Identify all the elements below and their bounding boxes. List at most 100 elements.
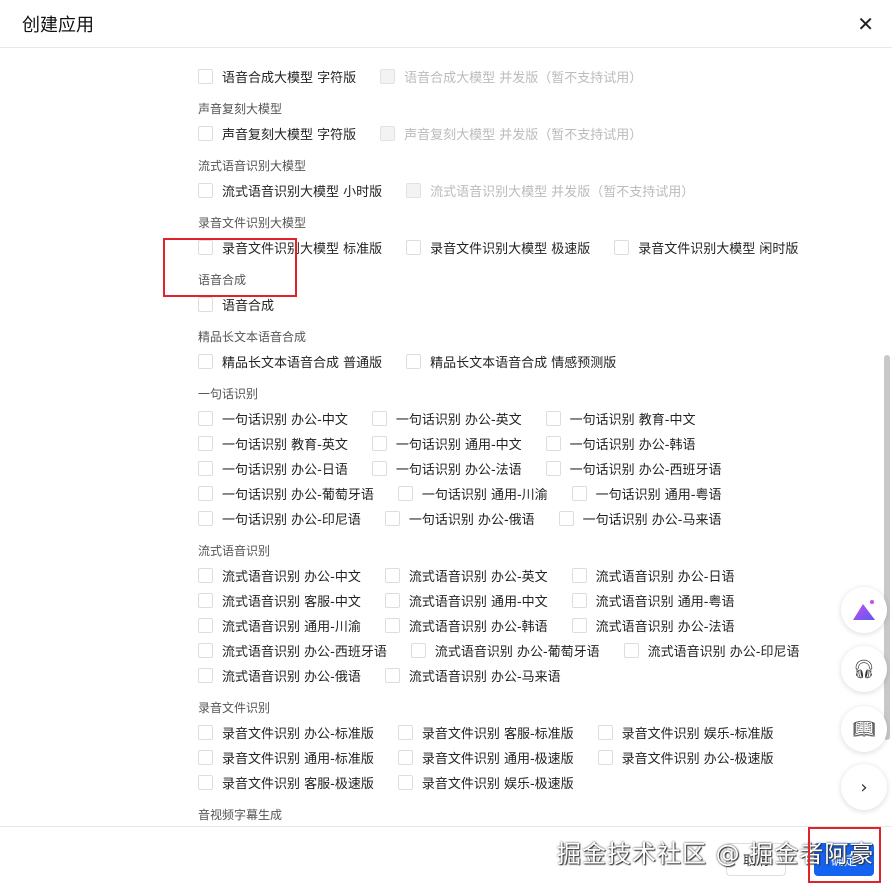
checkbox[interactable] [614, 240, 629, 255]
checkbox[interactable] [598, 725, 613, 740]
checkbox[interactable] [624, 643, 639, 658]
checkbox-item[interactable]: 录音文件识别大模型 闲时版 [614, 238, 798, 257]
chevron-right-icon[interactable]: › [841, 764, 887, 810]
checkbox[interactable] [198, 354, 213, 369]
checkbox-item[interactable]: 一句话识别 通用-粤语 [572, 484, 722, 503]
checkbox[interactable] [372, 436, 387, 451]
checkbox[interactable] [406, 354, 421, 369]
checkbox-item[interactable]: 一句话识别 教育-英文 [198, 434, 348, 453]
checkbox-item[interactable]: 一句话识别 办公-中文 [198, 409, 348, 428]
checkbox[interactable] [198, 461, 213, 476]
checkbox-item[interactable]: 流式语音识别 通用-中文 [385, 591, 548, 610]
checkbox-item[interactable]: 流式语音识别 办公-中文 [198, 566, 361, 585]
checkbox[interactable] [198, 568, 213, 583]
checkbox[interactable] [572, 593, 587, 608]
checkbox-item[interactable]: 一句话识别 通用-中文 [372, 434, 522, 453]
checkbox-item[interactable]: 一句话识别 办公-英文 [372, 409, 522, 428]
checkbox-item[interactable]: 一句话识别 教育-中文 [546, 409, 696, 428]
checkbox[interactable] [198, 511, 213, 526]
checkbox[interactable] [372, 461, 387, 476]
checkbox[interactable] [198, 668, 213, 683]
checkbox-item[interactable]: 流式语音识别 办公-韩语 [385, 616, 548, 635]
checkbox[interactable] [372, 411, 387, 426]
checkbox-item[interactable]: 流式语音识别 办公-日语 [572, 566, 735, 585]
checkbox[interactable] [198, 183, 213, 198]
checkbox[interactable] [559, 511, 574, 526]
checkbox[interactable] [385, 618, 400, 633]
checkbox-item[interactable]: 录音文件识别 通用-标准版 [198, 748, 374, 767]
checkbox-item[interactable]: 一句话识别 办公-日语 [198, 459, 348, 478]
checkbox[interactable] [411, 643, 426, 658]
checkbox[interactable] [546, 436, 561, 451]
checkbox-item[interactable]: 流式语音识别 办公-印尼语 [624, 641, 800, 660]
checkbox[interactable] [398, 486, 413, 501]
checkbox[interactable] [198, 643, 213, 658]
checkbox[interactable] [198, 775, 213, 790]
checkbox-item[interactable]: 流式语音识别大模型 小时版 [198, 181, 382, 200]
checkbox[interactable] [198, 297, 213, 312]
ai-assistant-icon[interactable] [841, 587, 887, 633]
checkbox-item[interactable]: 流式语音识别 办公-俄语 [198, 666, 361, 685]
checkbox[interactable] [572, 618, 587, 633]
checkbox[interactable] [385, 593, 400, 608]
checkbox[interactable] [385, 511, 400, 526]
checkbox[interactable] [398, 725, 413, 740]
checkbox[interactable] [385, 668, 400, 683]
checkbox[interactable] [546, 461, 561, 476]
checkbox[interactable] [398, 775, 413, 790]
checkbox[interactable] [198, 725, 213, 740]
scrollbar[interactable] [884, 355, 890, 740]
checkbox-item[interactable]: 录音文件识别 客服-标准版 [398, 723, 574, 742]
checkbox-item[interactable]: 流式语音识别 客服-中文 [198, 591, 361, 610]
checkbox-item[interactable]: 流式语音识别 办公-马来语 [385, 666, 561, 685]
close-icon[interactable]: ✕ [857, 12, 874, 36]
checkbox[interactable] [572, 486, 587, 501]
checkbox[interactable] [198, 69, 213, 84]
checkbox-item[interactable]: 一句话识别 办公-西班牙语 [546, 459, 722, 478]
checkbox[interactable] [546, 411, 561, 426]
checkbox-item[interactable]: 精品长文本语音合成 普通版 [198, 352, 382, 371]
checkbox-item[interactable]: 语音合成大模型 字符版 [198, 67, 356, 86]
checkbox-item[interactable]: 流式语音识别 办公-法语 [572, 616, 735, 635]
checkbox-item[interactable]: 流式语音识别 通用-粤语 [572, 591, 735, 610]
checkbox-item[interactable]: 流式语音识别 办公-英文 [385, 566, 548, 585]
checkbox-item[interactable]: 流式语音识别 办公-西班牙语 [198, 641, 387, 660]
checkbox-item[interactable]: 录音文件识别 娱乐-标准版 [598, 723, 774, 742]
checkbox-item[interactable]: 录音文件识别 办公-极速版 [598, 748, 774, 767]
checkbox-item[interactable]: 录音文件识别 办公-标准版 [198, 723, 374, 742]
group-title: 录音文件识别 [198, 696, 884, 720]
checkbox-item[interactable]: 录音文件识别大模型 极速版 [406, 238, 590, 257]
checkbox[interactable] [385, 568, 400, 583]
checkbox[interactable] [198, 486, 213, 501]
checkbox-label: 一句话识别 通用-川渝 [422, 484, 548, 503]
checkbox[interactable] [198, 436, 213, 451]
checkbox[interactable] [398, 750, 413, 765]
checkbox[interactable] [572, 568, 587, 583]
checkbox-item[interactable]: 一句话识别 办公-俄语 [385, 509, 535, 528]
checkbox[interactable] [198, 411, 213, 426]
checkbox[interactable] [198, 750, 213, 765]
cancel-button[interactable]: 取消 [726, 843, 786, 876]
book-icon[interactable]: 📖︎ [841, 706, 887, 752]
checkbox-item[interactable]: 流式语音识别 通用-川渝 [198, 616, 361, 635]
checkbox-item[interactable]: 录音文件识别 客服-极速版 [198, 773, 374, 792]
checkbox-item[interactable]: 一句话识别 办公-印尼语 [198, 509, 361, 528]
checkbox-item[interactable]: 录音文件识别 通用-极速版 [398, 748, 574, 767]
checkbox-item[interactable]: 精品长文本语音合成 情感预测版 [406, 352, 616, 371]
checkbox-item[interactable]: 一句话识别 办公-马来语 [559, 509, 722, 528]
headset-icon[interactable]: 🎧︎ [841, 646, 887, 692]
checkbox-item[interactable]: 流式语音识别 办公-葡萄牙语 [411, 641, 600, 660]
checkbox-item[interactable]: 一句话识别 办公-法语 [372, 459, 522, 478]
checkbox-item[interactable]: 一句话识别 通用-川渝 [398, 484, 548, 503]
checkbox-item[interactable]: 语音合成 [198, 295, 274, 314]
dialog-body[interactable]: 语音合成大模型 字符版语音合成大模型 并发版（暂不支持试用）声音复刻大模型声音复… [0, 49, 884, 826]
checkbox-item[interactable]: 一句话识别 办公-葡萄牙语 [198, 484, 374, 503]
checkbox[interactable] [198, 126, 213, 141]
checkbox-item[interactable]: 一句话识别 办公-韩语 [546, 434, 696, 453]
checkbox[interactable] [198, 593, 213, 608]
checkbox[interactable] [198, 618, 213, 633]
checkbox-item[interactable]: 录音文件识别 娱乐-极速版 [398, 773, 574, 792]
checkbox[interactable] [598, 750, 613, 765]
checkbox-item[interactable]: 声音复刻大模型 字符版 [198, 124, 356, 143]
checkbox[interactable] [406, 240, 421, 255]
